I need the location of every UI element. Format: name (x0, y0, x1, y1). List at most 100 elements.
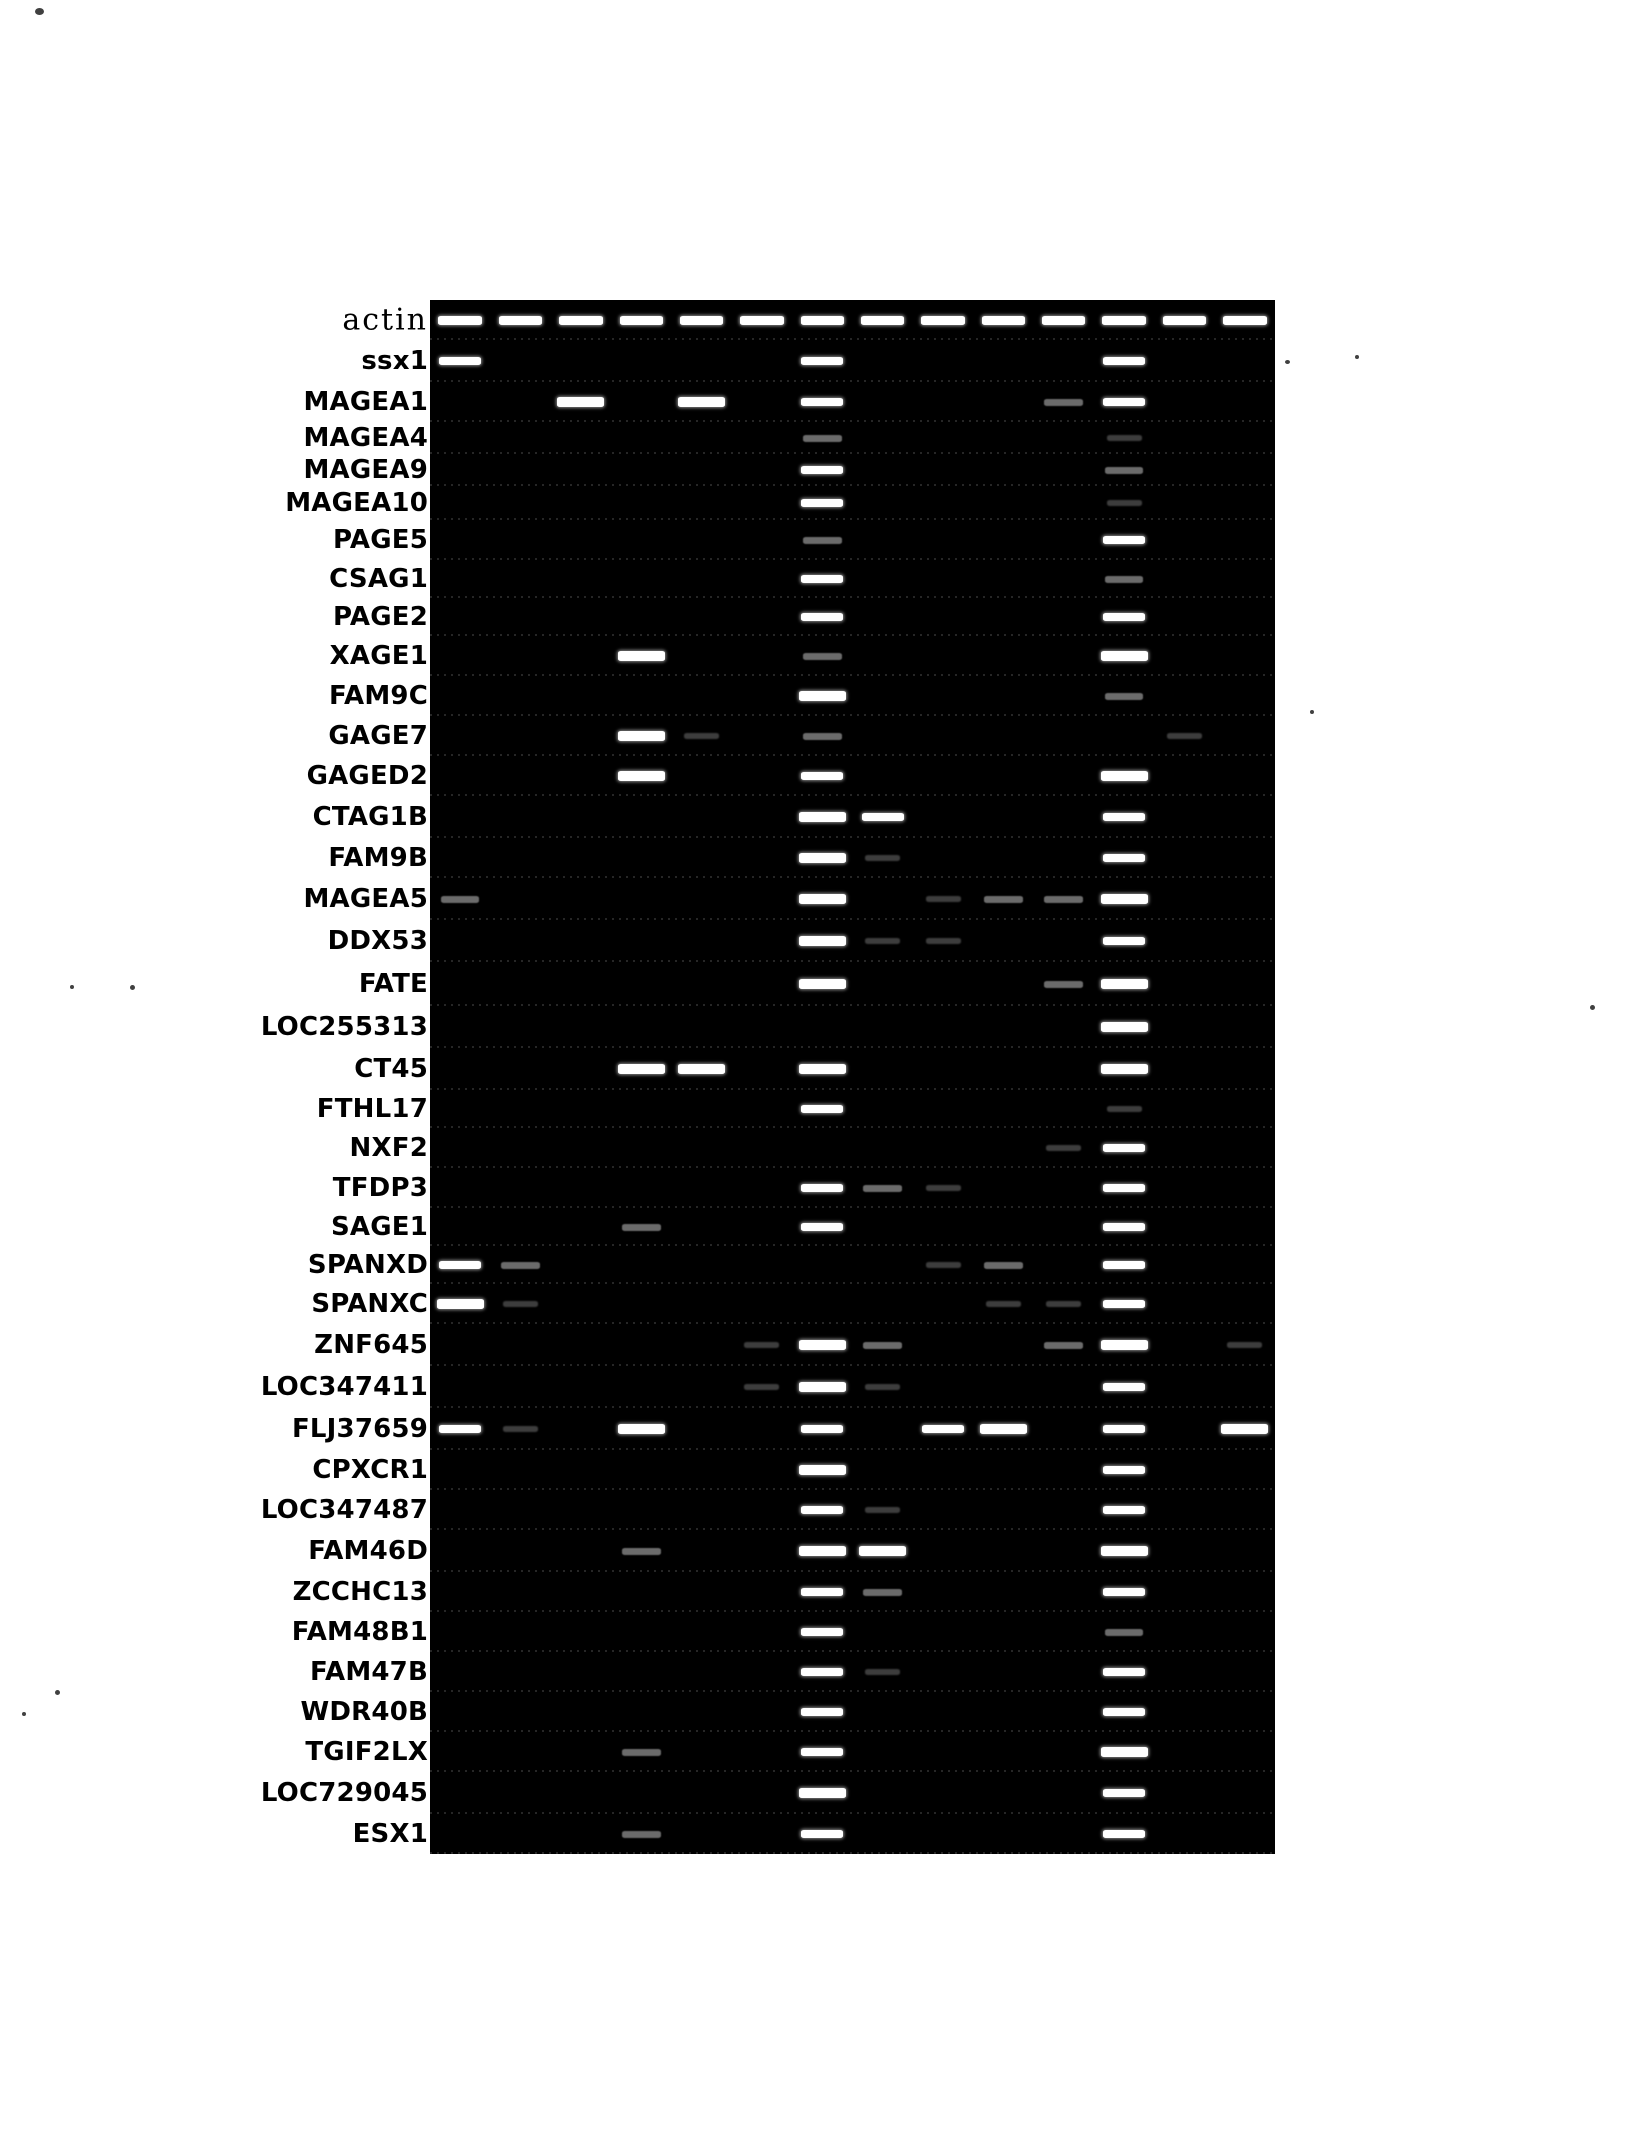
gel-band (803, 536, 842, 544)
gel-band (1100, 979, 1148, 989)
gel-band (801, 1506, 844, 1514)
gel-strip-zcchc13 (430, 1572, 1275, 1612)
gel-strip-xage1 (430, 636, 1275, 676)
gel-row: PAGE2 (0, 598, 1648, 636)
gel-band (617, 1424, 665, 1434)
gel-row: TGIF2LX (0, 1732, 1648, 1772)
gel-band (1102, 813, 1146, 821)
gel-row: FAM9B (0, 838, 1648, 878)
scan-speck (55, 1690, 60, 1695)
gel-band (617, 731, 665, 741)
gel-band (439, 1425, 482, 1433)
gel-band (865, 1384, 901, 1390)
gel-band (921, 1425, 965, 1433)
gel-band (801, 1184, 844, 1192)
gel-band (863, 1588, 902, 1596)
gene-label-esx1: ESX1 (352, 1819, 428, 1849)
gel-band (621, 1830, 661, 1838)
gel-band (981, 315, 1026, 325)
gel-strip-sage1 (430, 1208, 1275, 1246)
gel-strip-fam47b (430, 1652, 1275, 1692)
gel-row: CT45 (0, 1048, 1648, 1090)
gel-strip-esx1 (430, 1814, 1275, 1854)
gel-strip-fthl17 (430, 1090, 1275, 1128)
gel-strip-fam48b1 (430, 1612, 1275, 1652)
scan-speck (35, 8, 44, 15)
gene-label-sage1: SAGE1 (330, 1212, 428, 1242)
gel-band (1102, 1830, 1146, 1838)
gel-band (1106, 500, 1142, 506)
gene-label-flj37659: FLJ37659 (291, 1414, 428, 1444)
gel-band (863, 1184, 902, 1192)
gel-band (1046, 1301, 1082, 1307)
gene-label-magea4: MAGEA4 (303, 423, 428, 453)
gel-row: ZCCHC13 (0, 1572, 1648, 1612)
gene-label-loc347487: LOC347487 (260, 1495, 428, 1525)
gel-band (801, 398, 844, 406)
gel-band (1221, 1424, 1269, 1434)
gel-row: SPANXC (0, 1284, 1648, 1324)
gel-strip-flj37659 (430, 1408, 1275, 1450)
gel-strip-spanxd (430, 1246, 1275, 1284)
gel-row: FLJ37659 (0, 1408, 1648, 1450)
gel-row: PAGE5 (0, 520, 1648, 560)
gel-row: MAGEA5 (0, 878, 1648, 920)
gel-band (803, 434, 842, 442)
gel-band (1102, 613, 1146, 621)
gel-row: FATE (0, 962, 1648, 1006)
gel-row: ssx1 (0, 340, 1648, 382)
gel-band (503, 1426, 539, 1432)
gene-label-fate: FATE (358, 969, 428, 999)
gel-band (801, 1223, 844, 1231)
gel-strip-magea9 (430, 454, 1275, 486)
gel-band (801, 1830, 844, 1838)
gel-strip-wdr40b (430, 1692, 1275, 1732)
scan-speck (130, 985, 135, 990)
gene-label-magea1: MAGEA1 (303, 387, 428, 417)
gel-band (798, 1465, 846, 1475)
gel-row: NXF2 (0, 1128, 1648, 1168)
gel-band (1104, 575, 1144, 583)
lane-header-row: LM3LM6WRL68SMUYYHuh7PLCHep3BMHCC-hMHCC-L… (0, 0, 1648, 296)
gel-band (801, 466, 844, 474)
gel-strip-cpxcr1 (430, 1450, 1275, 1490)
gel-band (621, 1547, 661, 1555)
gel-band (1102, 1789, 1146, 1797)
gel-band (801, 1748, 844, 1756)
gel-band (1102, 1383, 1146, 1391)
gel-strip-csag1 (430, 560, 1275, 598)
gel-row: XAGE1 (0, 636, 1648, 676)
gel-strip-fam9b (430, 838, 1275, 878)
gel-band (798, 691, 846, 701)
gel-band (619, 315, 663, 325)
gel-band (925, 1185, 961, 1191)
gel-band (801, 1588, 844, 1596)
gene-label-fam9c: FAM9C (329, 681, 428, 711)
gel-band (1102, 1261, 1146, 1269)
gel-row: actin (0, 300, 1648, 340)
gel-band (1102, 854, 1146, 862)
gel-strip-ct45 (430, 1048, 1275, 1090)
gel-row: FAM9C (0, 676, 1648, 716)
gel-band (1106, 435, 1142, 441)
gel-band (1102, 1466, 1146, 1474)
gel-band (801, 357, 844, 365)
gel-band (801, 1425, 844, 1433)
gel-row: DDX53 (0, 920, 1648, 962)
gel-band (801, 1105, 844, 1113)
gel-band (503, 1301, 539, 1307)
gel-strip-ddx53 (430, 920, 1275, 962)
gel-band (1102, 937, 1146, 945)
gel-band (740, 315, 784, 325)
gel-band (801, 575, 844, 583)
gel-strip-gaged2 (430, 756, 1275, 796)
gel-row: LOC347487 (0, 1490, 1648, 1530)
gel-strip-fam9c (430, 676, 1275, 716)
gel-band (1106, 1106, 1142, 1112)
gel-band (1100, 894, 1148, 904)
gel-band (865, 1669, 901, 1675)
gene-label-znf645: ZNF645 (314, 1330, 428, 1360)
gene-label-magea5: MAGEA5 (303, 884, 428, 914)
gene-label-ctag1b: CTAG1B (312, 802, 428, 832)
gel-band (1166, 733, 1202, 739)
